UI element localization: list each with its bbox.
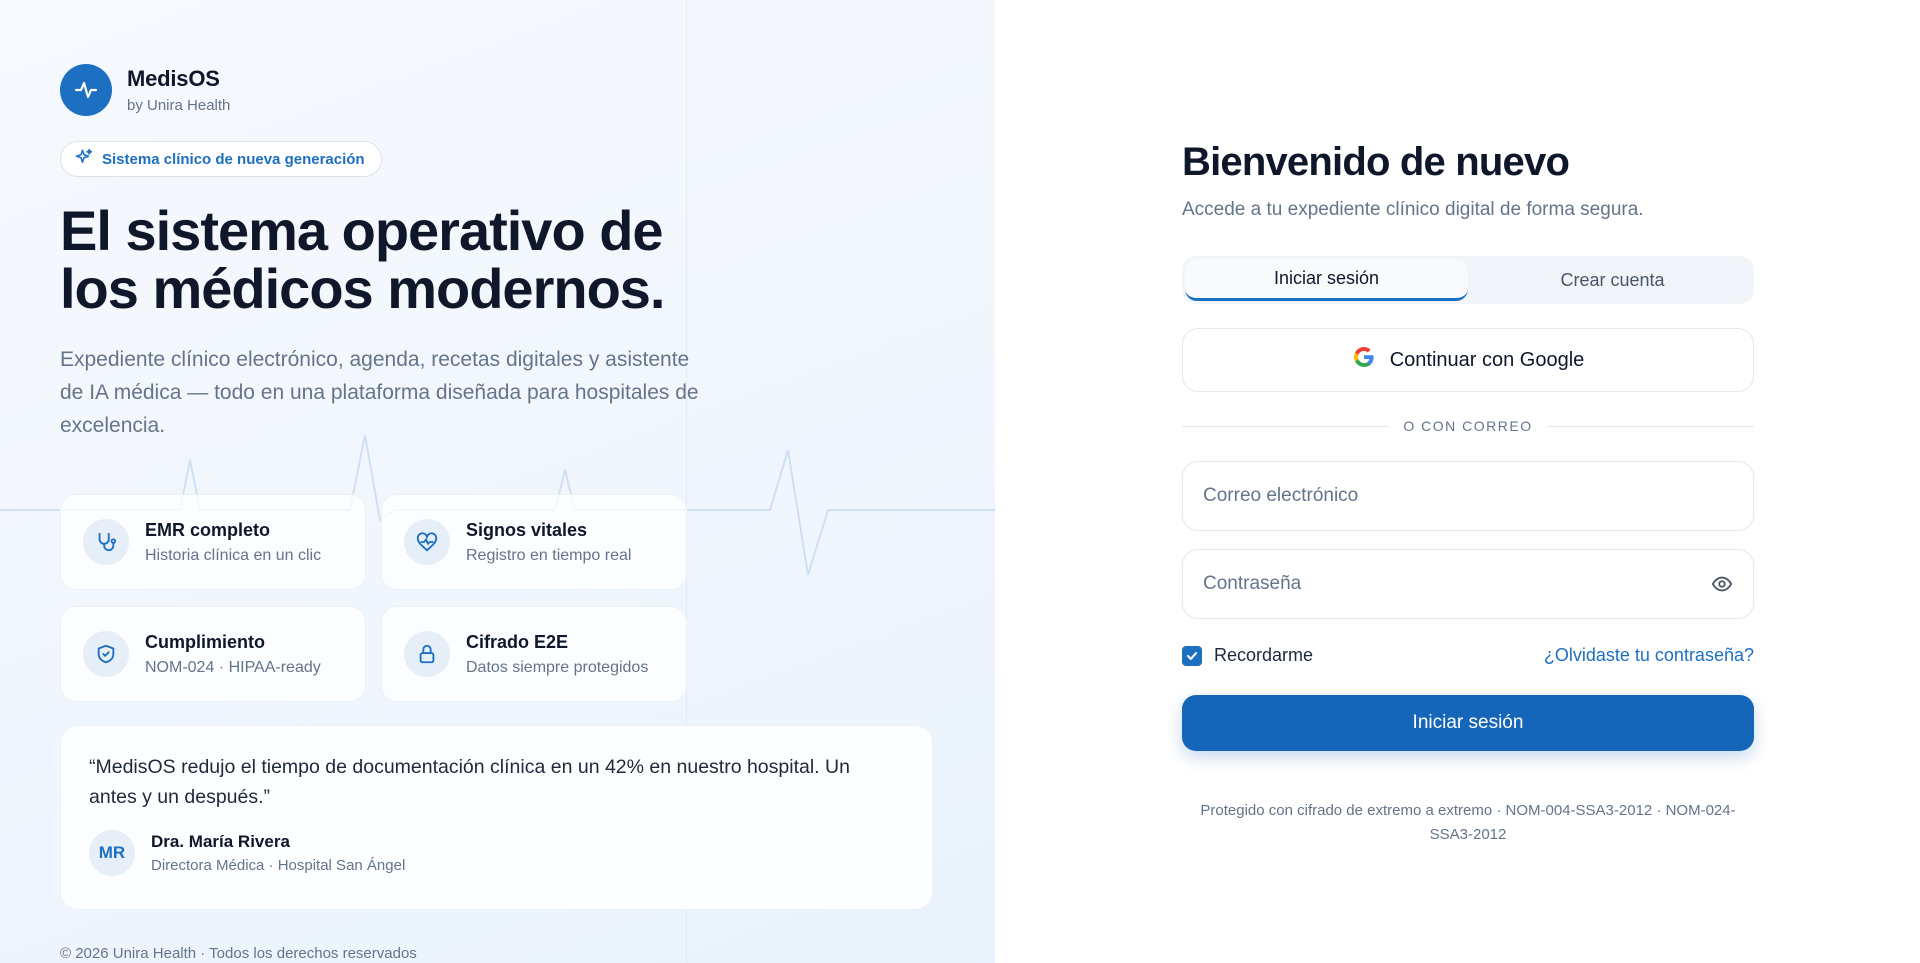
feature-title: Signos vitales bbox=[466, 519, 588, 540]
remember-label: Recordarme bbox=[1214, 645, 1314, 665]
checkbox-checked-icon[interactable] bbox=[1182, 645, 1202, 666]
testimonial-author: MR Dra. María Rivera Directora Médica · … bbox=[89, 830, 904, 876]
signin-button[interactable]: Iniciar sesión bbox=[1182, 695, 1754, 751]
password-field[interactable] bbox=[1203, 573, 1711, 595]
tab-signin[interactable]: Iniciar sesión bbox=[1185, 259, 1468, 301]
login-subtitle: Accede a tu expediente clínico digital d… bbox=[1182, 199, 1644, 220]
remember-row: Recordarme ¿Olvidaste tu contraseña? bbox=[1182, 645, 1754, 666]
feature-subtitle: NOM-024 · HIPAA-ready bbox=[145, 658, 321, 676]
brand-name: MedisOS bbox=[127, 66, 220, 91]
feature-card-vitals: Signos vitales Registro en tiempo real bbox=[381, 494, 687, 590]
password-field-wrapper bbox=[1182, 549, 1754, 619]
legal-notice: Protegido con cifrado de extremo a extre… bbox=[1200, 802, 1736, 843]
headline-line-2: los médicos modernos. bbox=[60, 257, 665, 320]
eye-icon[interactable] bbox=[1711, 573, 1733, 595]
login-title: Bienvenido de nuevo bbox=[1182, 140, 1570, 184]
feature-title: EMR completo bbox=[145, 519, 271, 540]
email-field-wrapper bbox=[1182, 461, 1754, 531]
hero-panel: MedisOS by Unira Health Sistema clínico … bbox=[0, 0, 995, 963]
feature-subtitle: Registro en tiempo real bbox=[466, 546, 632, 564]
brand-subtitle: by Unira Health bbox=[127, 97, 231, 114]
hero-badge: Sistema clínico de nueva generación bbox=[60, 141, 382, 177]
tab-signup[interactable]: Crear cuenta bbox=[1471, 256, 1754, 304]
brand: MedisOS by Unira Health bbox=[60, 64, 230, 116]
badge-label: Sistema clínico de nueva generación bbox=[102, 150, 365, 168]
or-divider: O CON CORREO bbox=[1182, 418, 1755, 434]
feature-subtitle: Historia clínica en un clic bbox=[145, 546, 322, 564]
sparkles-icon bbox=[75, 148, 93, 170]
shield-check-icon bbox=[83, 631, 129, 677]
heart-pulse-icon bbox=[404, 519, 450, 565]
author-role: Directora Médica · Hospital San Ángel bbox=[151, 857, 406, 874]
google-icon bbox=[1352, 345, 1376, 375]
hero-description: Expediente clínico electrónico, agenda, … bbox=[60, 348, 699, 437]
email-field[interactable] bbox=[1203, 485, 1733, 507]
feature-card-emr: EMR completo Historia clínica en un clic bbox=[60, 494, 366, 590]
remember-checkbox[interactable]: Recordarme bbox=[1182, 645, 1313, 666]
testimonial-card: “MedisOS redujo el tiempo de documentaci… bbox=[60, 725, 933, 910]
login-form: Bienvenido de nuevo Accede a tu expedien… bbox=[1182, 140, 1755, 847]
author-name: Dra. María Rivera bbox=[151, 832, 290, 851]
google-signin-button[interactable]: Continuar con Google bbox=[1182, 328, 1754, 392]
hero-headline: El sistema operativo de los médicos mode… bbox=[60, 202, 780, 318]
avatar: MR bbox=[89, 830, 135, 876]
divider-label: O CON CORREO bbox=[1403, 418, 1533, 434]
feature-card-encryption: Cifrado E2E Datos siempre protegidos bbox=[381, 606, 687, 702]
testimonial-quote: “MedisOS redujo el tiempo de documentaci… bbox=[89, 756, 850, 808]
stethoscope-icon bbox=[83, 519, 129, 565]
headline-line-1: El sistema operativo de bbox=[60, 199, 664, 262]
pulse-icon bbox=[60, 64, 112, 116]
forgot-password-link[interactable]: ¿Olvidaste tu contraseña? bbox=[1544, 645, 1754, 666]
feature-subtitle: Datos siempre protegidos bbox=[466, 658, 649, 676]
lock-icon bbox=[404, 631, 450, 677]
copyright: © 2026 Unira Health · Todos los derechos… bbox=[60, 945, 417, 962]
feature-card-compliance: Cumplimiento NOM-024 · HIPAA-ready bbox=[60, 606, 366, 702]
auth-tabs: Iniciar sesión Crear cuenta bbox=[1182, 256, 1754, 304]
feature-title: Cifrado E2E bbox=[466, 631, 569, 652]
google-button-label: Continuar con Google bbox=[1389, 348, 1585, 371]
feature-title: Cumplimiento bbox=[145, 631, 265, 652]
